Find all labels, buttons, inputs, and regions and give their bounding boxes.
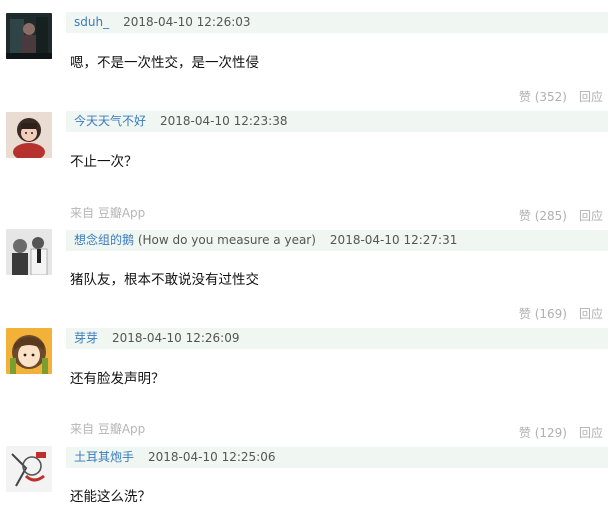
avatar[interactable]: [6, 446, 52, 492]
timestamp: 2018-04-10 12:27:31: [329, 233, 458, 247]
avatar[interactable]: [6, 229, 52, 275]
comment-actions: 赞 (285) 回应: [519, 207, 603, 224]
comment-text: 还有脸发声明？: [70, 371, 165, 387]
avatar[interactable]: [6, 13, 52, 59]
author-link[interactable]: 想念组的鹅: [74, 233, 134, 247]
comment-text: 不止一次？: [70, 154, 138, 170]
author-link[interactable]: 芽芽: [74, 331, 98, 345]
reply-button[interactable]: 回应: [579, 209, 603, 223]
author-link[interactable]: sduh_: [74, 15, 109, 29]
like-button[interactable]: 赞 (352): [519, 90, 567, 104]
comment-text: 还能这么洗？: [70, 489, 151, 505]
timestamp: 2018-04-10 12:25:06: [148, 450, 276, 464]
reply-button[interactable]: 回应: [579, 307, 603, 321]
author-link[interactable]: 今天天气不好: [74, 114, 146, 128]
comment-meta: 芽芽 2018-04-10 12:26:09: [66, 328, 608, 349]
timestamp: 2018-04-10 12:23:38: [160, 114, 288, 128]
comment-text: 嗯，不是一次性交，是一次性侵: [70, 55, 259, 71]
comment-meta: sduh_ 2018-04-10 12:26:03: [66, 12, 608, 33]
like-button[interactable]: 赞 (169): [519, 307, 567, 321]
like-button[interactable]: 赞 (285): [519, 209, 567, 223]
avatar[interactable]: [6, 328, 52, 374]
avatar[interactable]: [6, 112, 52, 158]
reply-button[interactable]: 回应: [579, 426, 603, 440]
author-link[interactable]: 土耳其炮手: [74, 450, 134, 464]
comment-actions: 赞 (169) 回应: [519, 305, 603, 322]
source-label: 来自 豆瓣App: [70, 422, 146, 436]
reply-button[interactable]: 回应: [579, 90, 603, 104]
timestamp: 2018-04-10 12:26:03: [123, 15, 251, 29]
author-extra: (How do you measure a year): [134, 233, 316, 247]
like-button[interactable]: 赞 (129): [519, 426, 567, 440]
comment-meta: 今天天气不好 2018-04-10 12:23:38: [66, 111, 608, 132]
comment-meta: 土耳其炮手 2018-04-10 12:25:06: [66, 447, 608, 468]
comment-text: 猪队友，根本不敢说没有过性交: [70, 272, 259, 288]
source-label: 来自 豆瓣App: [70, 206, 146, 220]
comment-actions: 赞 (352) 回应: [519, 88, 603, 105]
comment-actions: 赞 (129) 回应: [519, 424, 603, 441]
comment-meta: 想念组的鹅 (How do you measure a year) 2018-04…: [66, 230, 608, 251]
timestamp: 2018-04-10 12:26:09: [112, 331, 240, 345]
